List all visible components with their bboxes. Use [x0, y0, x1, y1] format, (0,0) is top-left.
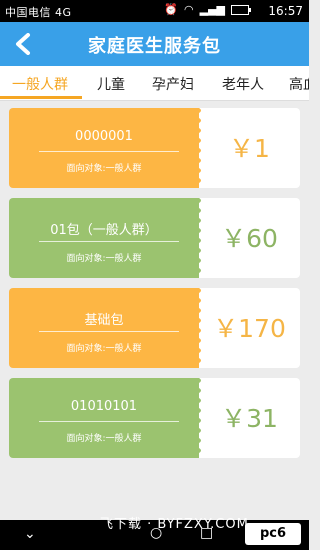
package-target: 面向对象:一般人群: [66, 434, 142, 444]
title-bar: 家庭医生服务包: [0, 22, 309, 66]
tab-elderly[interactable]: 老年人: [222, 74, 264, 94]
package-price-panel: ￥31: [199, 378, 300, 458]
watermark: 飞下载 · BYFZXY.COM: [100, 517, 249, 532]
tab-pregnant-women[interactable]: 孕产妇: [152, 74, 194, 94]
package-price: ￥60: [221, 224, 278, 253]
package-target: 面向对象:一般人群: [66, 254, 142, 264]
tab-children[interactable]: 儿童: [97, 74, 125, 94]
package-card[interactable]: 0000001 面向对象:一般人群 ￥1: [9, 108, 300, 188]
wifi-icon: ◠: [184, 3, 194, 16]
status-icons: ⏰ ◠ ▂▄▆: [164, 3, 251, 17]
category-tabs: 一般人群 儿童 孕产妇 老年人 高血: [0, 66, 309, 101]
battery-icon: [231, 5, 251, 15]
divider: [39, 421, 179, 422]
package-price-panel: ￥170: [199, 288, 300, 368]
package-info: 01包（一般人群） 面向对象:一般人群: [9, 198, 199, 278]
clock: 16:57: [268, 4, 303, 18]
page-title: 家庭医生服务包: [88, 36, 221, 57]
package-name: 01包（一般人群）: [50, 223, 158, 238]
package-info: 01010101 面向对象:一般人群: [9, 378, 199, 458]
package-price: ￥1: [229, 134, 270, 163]
divider: [39, 331, 179, 332]
tab-general-population[interactable]: 一般人群: [12, 74, 68, 94]
package-price: ￥31: [221, 404, 278, 433]
tab-hypertension[interactable]: 高血: [289, 74, 309, 94]
package-card[interactable]: 01010101 面向对象:一般人群 ￥31: [9, 378, 300, 458]
alarm-icon: ⏰: [164, 3, 178, 16]
package-name: 01010101: [70, 399, 138, 414]
perforation-edge: [195, 108, 201, 188]
package-card[interactable]: 基础包 面向对象:一般人群 ￥170: [9, 288, 300, 368]
package-name: 基础包: [84, 313, 124, 328]
package-name: 0000001: [75, 129, 133, 144]
carrier-label: 中国电信 4G: [5, 6, 72, 19]
divider: [39, 151, 179, 152]
perforation-edge: [195, 288, 201, 368]
package-info: 0000001 面向对象:一般人群: [9, 108, 199, 188]
package-price-panel: ￥1: [199, 108, 300, 188]
status-bar: 中国电信 4G ⏰ ◠ ▂▄▆ 16:57: [0, 0, 309, 22]
package-target: 面向对象:一般人群: [66, 344, 142, 354]
active-tab-indicator: [0, 96, 82, 99]
divider: [39, 241, 179, 242]
package-price-panel: ￥60: [199, 198, 300, 278]
signal-icon: ▂▄▆: [199, 3, 225, 16]
package-info: 基础包 面向对象:一般人群: [9, 288, 199, 368]
pc6-logo: pc6: [245, 523, 301, 545]
package-price: ￥170: [213, 314, 286, 343]
chevron-down-icon[interactable]: ⌄: [24, 526, 36, 542]
package-target: 面向对象:一般人群: [66, 164, 142, 174]
perforation-edge: [195, 378, 201, 458]
package-card[interactable]: 01包（一般人群） 面向对象:一般人群 ￥60: [9, 198, 300, 278]
perforation-edge: [195, 198, 201, 278]
